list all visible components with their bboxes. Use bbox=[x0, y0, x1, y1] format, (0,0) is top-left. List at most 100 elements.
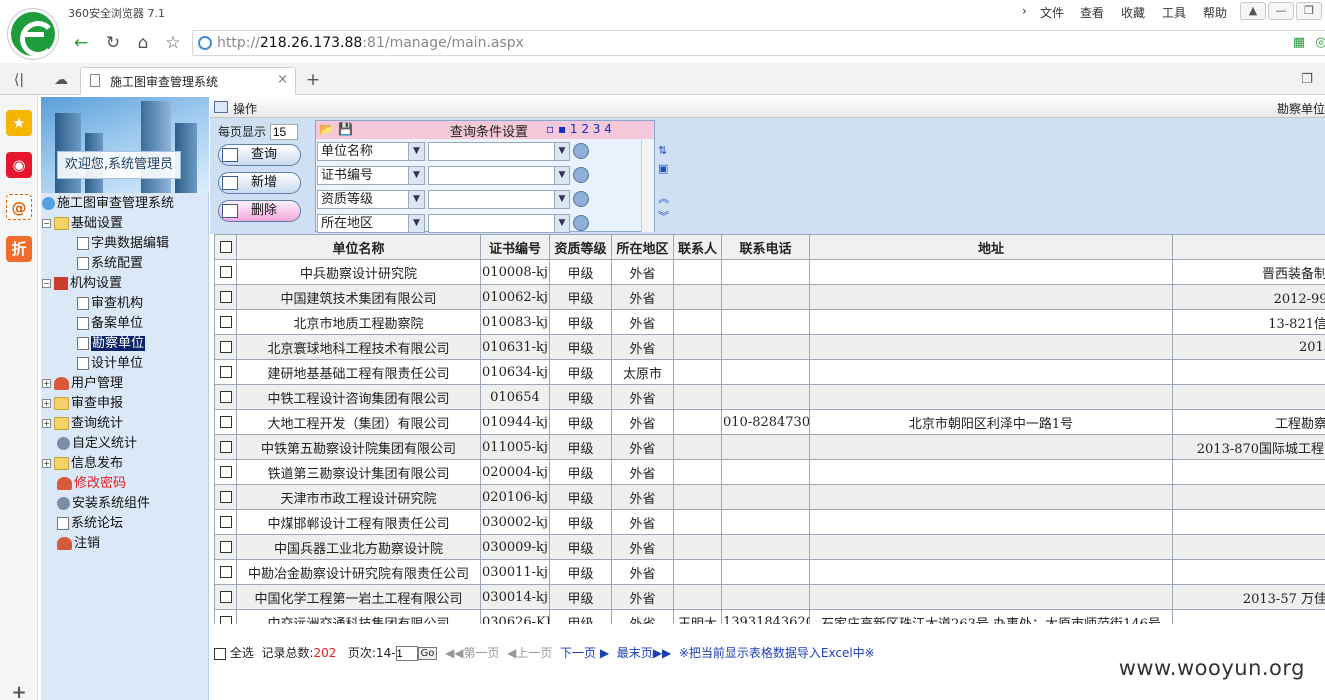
back-chevron-icon[interactable]: › bbox=[1022, 4, 1027, 18]
close-icon[interactable]: × bbox=[277, 72, 288, 87]
table-row[interactable]: 中交远洲交通科技集团有限公司 030626-KJ 甲级 外省 王明太 1393184362… bbox=[214, 609, 1325, 624]
skin-icon[interactable]: ▲ bbox=[1240, 2, 1266, 20]
column-header[interactable]: 单位名称 bbox=[236, 234, 481, 260]
tree-node-basic-settings[interactable]: − 基础设置 bbox=[42, 214, 123, 233]
table-row[interactable]: 中铁工程设计咨询集团有限公司 010654 甲级 外省 bbox=[214, 384, 1325, 410]
table-row[interactable]: 中铁第五勘察设计院集团有限公司 011005-kj 甲级 外省 2013-870国际城工… bbox=[214, 434, 1325, 460]
tab-list-icon[interactable]: ❐ bbox=[1296, 69, 1318, 91]
move-down-icon[interactable]: ︾ bbox=[658, 208, 669, 224]
refresh-icon[interactable]: ↻ bbox=[102, 32, 124, 54]
go-button[interactable]: Go bbox=[417, 647, 438, 660]
dropdown-icon[interactable]: ▼ bbox=[554, 142, 570, 161]
row-checkbox[interactable] bbox=[219, 516, 232, 528]
sidebar-toggle-icon[interactable]: ⟨| bbox=[8, 69, 30, 91]
move-up-icon[interactable]: ︽ bbox=[658, 190, 669, 206]
column-header[interactable] bbox=[1172, 234, 1325, 260]
table-row[interactable]: 中国化学工程第一岩土工程有限公司030014-kj甲级外省 2013-57 万佳地… bbox=[214, 584, 1325, 610]
expand-icon[interactable]: + bbox=[42, 399, 51, 408]
menu-help[interactable]: 帮助 bbox=[1203, 4, 1227, 21]
dropdown-icon[interactable]: ▼ bbox=[408, 215, 424, 232]
row-select-cell[interactable] bbox=[214, 484, 237, 510]
tree-node-survey-unit[interactable]: 勘察单位 bbox=[77, 334, 146, 353]
tree-node-query-stats[interactable]: + 查询统计 bbox=[42, 414, 123, 433]
table-row[interactable]: 中煤邯郸设计工程有限责任公司 030002-kj 甲级 外省 bbox=[214, 509, 1325, 535]
table-row[interactable]: 大地工程开发（集团）有限公司 010944-kj 甲级 外省 010-82847305 北… bbox=[214, 409, 1325, 435]
column-header[interactable]: 联系电话 bbox=[721, 234, 810, 260]
tree-node-install-components[interactable]: 安装系统组件 bbox=[57, 494, 150, 513]
row-select-cell[interactable] bbox=[214, 334, 237, 360]
table-row[interactable]: 北京寰球地科工程技术有限公司010631-kj甲级外省 2013-13 bbox=[214, 334, 1325, 360]
extension-icon[interactable]: ◎ bbox=[1310, 32, 1325, 54]
column-header[interactable]: 资质等级 bbox=[549, 234, 612, 260]
row-select-cell[interactable] bbox=[214, 359, 237, 385]
condition-value-input[interactable] bbox=[428, 166, 570, 185]
row-select-cell[interactable] bbox=[214, 309, 237, 335]
dropdown-icon[interactable]: ▼ bbox=[554, 166, 570, 185]
condition-field-select[interactable]: 资质等级 ▼ bbox=[317, 190, 425, 209]
row-checkbox[interactable] bbox=[219, 566, 232, 578]
collapse-icon[interactable]: − bbox=[42, 279, 51, 288]
menu-favorites[interactable]: 收藏 bbox=[1121, 4, 1145, 21]
tree-node-system-config[interactable]: 系统配置 bbox=[77, 254, 143, 273]
tree-node-review-org[interactable]: 审查机构 bbox=[77, 294, 143, 313]
tree-node-review-application[interactable]: + 审查申报 bbox=[42, 394, 123, 413]
table-row[interactable]: 中国建筑技术集团有限公司010062-kj甲级外省 2012-991 金 bbox=[214, 284, 1325, 310]
select-all-checkbox[interactable] bbox=[214, 647, 226, 660]
star-icon[interactable]: ★ bbox=[6, 110, 32, 136]
table-row[interactable]: 建研地基基础工程有限责任公司 010634-kj 甲级 太原市 bbox=[214, 359, 1325, 385]
row-select-cell[interactable] bbox=[214, 609, 237, 624]
row-select-cell[interactable] bbox=[214, 509, 237, 535]
table-row[interactable]: 天津市市政工程设计研究院020106-kj甲级外省 14-3 bbox=[214, 484, 1325, 510]
row-checkbox[interactable] bbox=[219, 316, 232, 328]
row-select-cell[interactable] bbox=[214, 409, 237, 435]
copy-icon[interactable]: ▣ bbox=[658, 162, 668, 175]
select-all-header[interactable] bbox=[214, 234, 237, 260]
condition-pages[interactable]: ▫ ▪ 1 2 3 4 bbox=[546, 122, 612, 136]
table-row[interactable]: 铁道第三勘察设计集团有限公司 020004-kj 甲级 外省 bbox=[214, 459, 1325, 485]
prev-page-link[interactable]: ◀上一页 bbox=[507, 646, 552, 660]
condition-scrollbar[interactable] bbox=[641, 140, 654, 232]
first-page-link[interactable]: ◀◀第一页 bbox=[445, 646, 499, 660]
row-select-cell[interactable] bbox=[214, 284, 237, 310]
table-row[interactable]: 中兵勘察设计研究院010008-kj甲级外省 晋西装备制造公 bbox=[214, 259, 1325, 285]
condition-field-select[interactable]: 所在地区 ▼ bbox=[317, 214, 425, 233]
row-checkbox[interactable] bbox=[219, 266, 232, 278]
tree-node-logout[interactable]: 注销 bbox=[57, 534, 100, 553]
table-row[interactable]: 北京市地质工程勘察院010083-kj甲级外省 13-821信达国 bbox=[214, 309, 1325, 335]
weibo-icon[interactable]: ◉ bbox=[6, 152, 32, 178]
tree-root[interactable]: 施工图审查管理系统 bbox=[42, 194, 174, 213]
column-header[interactable]: 联系人 bbox=[673, 234, 722, 260]
condition-value-input[interactable] bbox=[428, 190, 570, 209]
cloud-icon[interactable]: ☁ bbox=[50, 69, 72, 91]
tree-node-forum[interactable]: 系统论坛 bbox=[57, 514, 123, 533]
new-tab-icon[interactable]: + bbox=[302, 69, 324, 91]
row-checkbox[interactable] bbox=[219, 391, 232, 403]
clear-icon[interactable] bbox=[573, 143, 589, 159]
row-checkbox[interactable] bbox=[219, 341, 232, 353]
row-checkbox[interactable] bbox=[219, 441, 232, 453]
row-select-cell[interactable] bbox=[214, 584, 237, 610]
clear-icon[interactable] bbox=[573, 191, 589, 207]
menu-tools[interactable]: 工具 bbox=[1162, 4, 1186, 21]
last-page-link[interactable]: 最末页▶▶ bbox=[617, 646, 671, 660]
open-folder-icon[interactable]: 📂 bbox=[319, 122, 334, 136]
add-icon[interactable]: + bbox=[6, 680, 32, 700]
tree-node-org-settings[interactable]: − 机构设置 bbox=[42, 274, 122, 293]
dropdown-icon[interactable]: ▼ bbox=[554, 190, 570, 209]
condition-value-input[interactable] bbox=[428, 142, 570, 161]
condition-field-select[interactable]: 单位名称 ▼ bbox=[317, 142, 425, 161]
search-button[interactable]: 查询 bbox=[218, 144, 301, 166]
dropdown-icon[interactable]: ▼ bbox=[408, 143, 424, 160]
clear-icon[interactable] bbox=[573, 215, 589, 231]
row-select-cell[interactable] bbox=[214, 559, 237, 585]
row-select-cell[interactable] bbox=[214, 534, 237, 560]
tree-node-dictionary[interactable]: 字典数据编辑 bbox=[77, 234, 169, 253]
export-excel-link[interactable]: ※把当前显示表格数据导入Excel中※ bbox=[679, 646, 875, 660]
tab-active[interactable]: 施工图审查管理系统 × bbox=[80, 67, 296, 95]
add-button[interactable]: 新增 bbox=[218, 172, 301, 194]
home-icon[interactable]: ⌂ bbox=[132, 32, 154, 54]
row-checkbox[interactable] bbox=[219, 491, 232, 503]
row-checkbox[interactable] bbox=[219, 466, 232, 478]
minimize-icon[interactable]: — bbox=[1268, 2, 1294, 20]
row-checkbox[interactable] bbox=[219, 416, 232, 428]
